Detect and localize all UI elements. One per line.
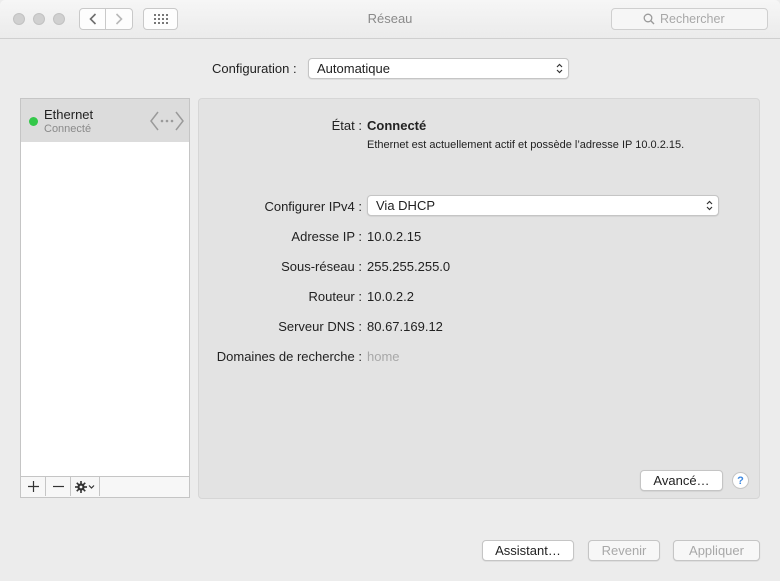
router-label: Routeur : [308,289,362,304]
configure-ipv4-value: Via DHCP [376,198,436,213]
ethernet-icon [149,108,185,137]
search-domains-value: home [367,349,400,364]
updown-arrows-icon [550,63,568,74]
status-dot-icon [29,117,38,126]
configure-ipv4-label: Configurer IPv4 : [264,199,362,214]
title-bar: Réseau Rechercher [0,0,780,39]
service-status: Connecté [44,123,92,135]
configuration-popup[interactable]: Automatique [308,58,569,79]
state-description: Ethernet est actuellement actif et possè… [367,139,685,151]
configure-ipv4-popup[interactable]: Via DHCP [367,195,719,216]
search-field[interactable]: Rechercher [611,8,768,30]
service-list-toolbar [21,476,189,497]
service-name: Ethernet [44,107,94,122]
service-list[interactable]: Ethernet Connecté [20,98,190,498]
dns-server-value: 80.67.169.12 [367,319,443,334]
assistant-button[interactable]: Assistant… [482,540,574,561]
configuration-value: Automatique [317,61,390,76]
add-service-button[interactable] [21,477,46,496]
help-button[interactable]: ? [732,472,749,489]
action-menu-button[interactable] [71,477,100,496]
minus-icon [52,485,64,488]
updown-arrows-icon [700,200,718,211]
ip-address-label: Adresse IP : [291,229,362,244]
service-item-ethernet[interactable]: Ethernet Connecté [21,99,189,142]
ip-address-value: 10.0.2.15 [367,229,422,244]
router-value: 10.0.2.2 [367,289,414,304]
state-label: État : [331,118,362,133]
advanced-button[interactable]: Avancé… [640,470,723,491]
search-domains-label: Domaines de recherche : [216,349,362,364]
state-value: Connecté [367,118,427,133]
search-icon [643,13,655,25]
subnet-label: Sous-réseau : [281,259,362,274]
configuration-label: Configuration : [212,61,297,76]
plus-icon [27,481,39,492]
apply-button[interactable]: Appliquer [673,540,760,561]
subnet-value: 255.255.255.0 [367,259,451,274]
gear-icon [75,480,95,493]
network-preferences-window: Réseau Rechercher Configuration : Automa… [0,0,780,581]
remove-service-button[interactable] [46,477,71,496]
network-detail-panel: État : Connecté Ethernet est actuellemen… [198,98,760,499]
revert-button[interactable]: Revenir [588,540,660,561]
search-placeholder: Rechercher [660,12,725,26]
dns-server-label: Serveur DNS : [278,319,362,334]
